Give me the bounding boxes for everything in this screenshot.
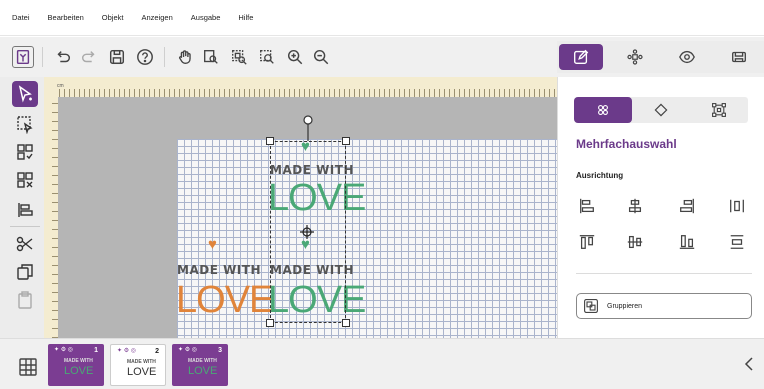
thumbnail-text-top: MADE WITH [127,359,156,365]
undo-icon[interactable] [52,46,74,68]
thumbnail-icons: ✦ ⚙ ◎ [54,347,73,353]
page-number: 1 [94,347,98,354]
zoom-selection-icon[interactable] [228,46,250,68]
thumbnail-text-top: MADE WITH [64,358,93,364]
ungroup-icon[interactable] [12,167,38,193]
thumbnail-text-top: MADE WITH [188,358,217,364]
scatter-icon[interactable] [613,44,657,70]
menu-datei[interactable]: Datei [12,13,30,22]
menu-bar: Datei Bearbeiten Objekt Anzeigen Ausgabe… [0,0,764,36]
mode-tabs [557,41,764,73]
zoom-area-icon[interactable] [256,46,278,68]
resize-handle[interactable] [342,137,350,145]
align-left-icon[interactable] [576,195,598,217]
help-icon[interactable] [134,46,156,68]
heart-icon[interactable]: ♥ [208,237,217,252]
ruler-corner [44,77,58,97]
multi-select-icon[interactable] [574,97,632,123]
align-right-icon[interactable] [676,195,698,217]
distribute-v-icon[interactable] [726,231,748,253]
group-objects-icon [583,298,599,314]
chevron-left-icon[interactable] [744,357,754,371]
zoom-in-icon[interactable] [284,46,306,68]
section-heading-align: Ausrichtung [576,171,624,180]
align-center-h-icon[interactable] [624,195,646,217]
center-crosshair-icon [300,225,314,239]
page-thumbnail-2[interactable]: ✦ ⚙ ◎ 2 MADE WITH LOVE [110,344,166,386]
edit-icon[interactable] [559,44,603,70]
left-toolbar [0,77,44,338]
thumbnail-icons: ✦ ⚙ ◎ [178,347,197,353]
group-icon[interactable] [12,139,38,165]
resize-handle[interactable] [266,319,274,327]
page-number: 3 [218,347,222,354]
cut-output-icon[interactable] [717,44,761,70]
app-icon[interactable] [12,46,34,68]
menu-objekt[interactable]: Objekt [102,13,124,22]
align-center-v-icon[interactable] [624,231,646,253]
page-thumbnail-3[interactable]: ✦ ⚙ ◎ 3 MADE WITH LOVE [172,344,228,386]
ruler-unit: cm [57,83,64,89]
page-number: 2 [155,348,159,355]
canvas[interactable]: cm ♥ MADE WITH LOVE ♥ MADE WITH LOVE ♥ M… [44,77,557,338]
select-icon[interactable] [12,81,38,107]
thumbnail-text-love: LOVE [127,366,157,378]
preview-icon[interactable] [665,44,709,70]
save-icon[interactable] [106,46,128,68]
design-2-text-top[interactable]: MADE WITH [177,263,261,277]
panel-tabs [574,97,748,123]
transform-icon[interactable] [690,97,748,123]
redo-icon[interactable] [78,46,100,68]
properties-panel: Mehrfachauswahl Ausrichtung Gruppieren [557,77,764,338]
design-2-text-love[interactable]: LOVE [176,281,274,319]
distribute-h-icon[interactable] [726,195,748,217]
thumbnail-icons: ✦ ⚙ ◎ [117,348,136,354]
copy-icon[interactable] [12,259,38,285]
paste-icon[interactable] [12,287,38,313]
menu-bearbeiten[interactable]: Bearbeiten [48,13,84,22]
panel-title: Mehrfachauswahl [576,137,677,151]
ruler-horizontal [44,77,557,97]
scissors-icon[interactable] [12,231,38,257]
group-button-label: Gruppieren [607,302,643,310]
zoom-page-icon[interactable] [200,46,222,68]
rotate-handle[interactable] [302,115,314,143]
group-button[interactable]: Gruppieren [576,293,752,319]
hand-icon[interactable] [174,46,196,68]
resize-handle[interactable] [342,319,350,327]
menu-anzeigen[interactable]: Anzeigen [141,13,172,22]
resize-handle[interactable] [266,137,274,145]
node-select-icon[interactable] [12,111,38,137]
zoom-out-icon[interactable] [310,46,332,68]
align-icon[interactable] [12,197,38,223]
ruler-vertical [44,97,58,338]
menu-ausgabe[interactable]: Ausgabe [191,13,221,22]
toolbar-divider [42,47,43,67]
thumbnail-text-love: LOVE [188,365,218,377]
align-top-icon[interactable] [576,231,598,253]
panel-divider [576,273,752,274]
toolbar-divider [10,226,40,227]
grid-view-icon[interactable] [18,357,38,377]
align-bottom-icon[interactable] [676,231,698,253]
toolbar-divider [164,47,165,67]
vertex-icon[interactable] [632,97,690,123]
page-thumbnail-1[interactable]: ✦ ⚙ ◎ 1 MADE WITH LOVE [48,344,104,386]
menu-hilfe[interactable]: Hilfe [238,13,253,22]
page-bar: ✦ ⚙ ◎ 1 MADE WITH LOVE ✦ ⚙ ◎ 2 MADE WITH… [0,338,764,389]
thumbnail-text-love: LOVE [64,365,94,377]
